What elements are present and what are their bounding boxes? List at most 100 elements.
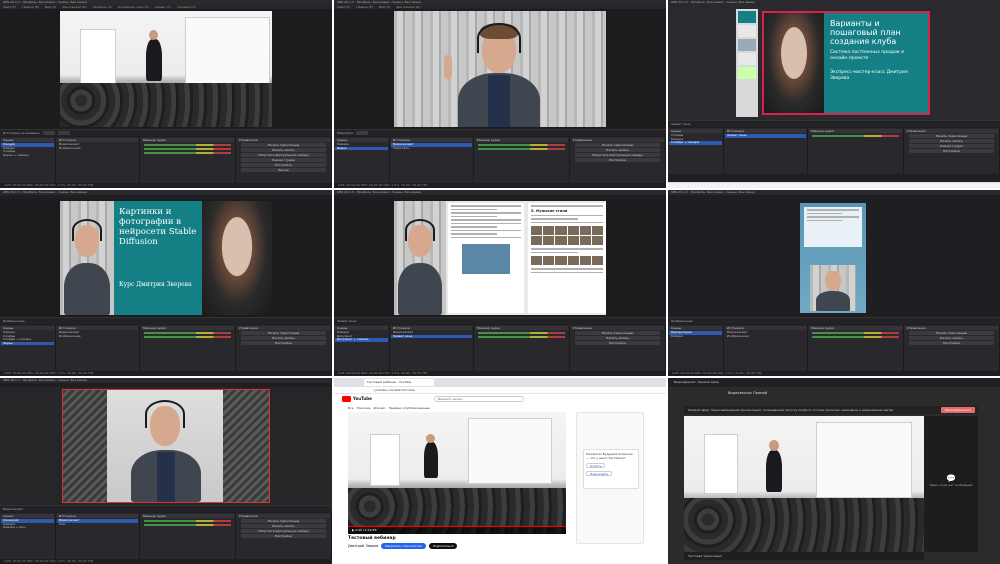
scene-item[interactable]: Видео — [335, 146, 388, 150]
mixer-pane: Микшер аудио — [474, 325, 570, 371]
properties-button[interactable] — [42, 131, 55, 135]
studio-mode-button[interactable]: Режим студии — [909, 144, 994, 148]
channel-name[interactable]: Дмитрий Зверев — [348, 544, 378, 548]
scene-item[interactable]: Слайды + камера — [669, 141, 722, 145]
text-line — [531, 221, 603, 223]
source-item[interactable]: Изображение — [57, 147, 138, 151]
join-button[interactable]: Присоединиться — [940, 407, 975, 413]
preview-area[interactable] — [668, 199, 1000, 317]
settings-button[interactable]: Настройки — [909, 149, 994, 153]
sources-header: Источники — [57, 326, 138, 330]
sources-header: Источники — [391, 138, 472, 142]
virtual-camera-button[interactable]: Запустить виртуальную камеру — [241, 153, 326, 157]
browser-tab-strip: Тестовый вебинар - YouTube — [334, 378, 666, 387]
person-jacket — [398, 263, 442, 315]
source-item[interactable]: Захват окна — [391, 334, 472, 338]
settings-button[interactable]: Настройки — [909, 341, 994, 345]
virtual-camera-button[interactable]: Запустить виртуальную камеру — [575, 153, 660, 157]
text-line — [451, 233, 497, 235]
scene-item[interactable]: Экран — [1, 341, 54, 345]
studio-mode-button[interactable]: Режим студии — [241, 158, 326, 162]
webcam-feed — [394, 201, 446, 315]
start-recording-button[interactable]: Начать запись — [575, 336, 660, 340]
thumbnail[interactable] — [738, 25, 756, 37]
source-item[interactable]: Фон — [57, 523, 138, 527]
start-recording-button[interactable]: Начать запись — [909, 139, 994, 143]
mixer-pane: Микшер аудио — [808, 128, 904, 174]
start-streaming-button[interactable]: Начать трансляцию — [909, 331, 994, 335]
text-line — [531, 205, 603, 207]
video-title: Тестовый вебинар — [348, 536, 396, 541]
start-streaming-button[interactable]: Начать трансляцию — [241, 519, 326, 523]
live-chat: Нажмите! Будущий вопросик — что у школ Т… — [576, 412, 644, 544]
audio-meter — [812, 336, 899, 338]
preview-area[interactable]: 5. Мужские стили — [334, 199, 666, 317]
player-controls[interactable]: ▶ 0:00 / 1:12:45 — [348, 527, 566, 534]
start-streaming-button[interactable]: Начать трансляцию — [909, 134, 994, 138]
start-streaming-button[interactable]: Начать трансляцию — [575, 331, 660, 335]
slide-thumbnails[interactable] — [736, 9, 758, 117]
play-icon[interactable]: ▶ — [352, 528, 354, 532]
scene-item[interactable]: Документ + камера — [335, 338, 388, 342]
scene-item[interactable]: Камера + фон — [1, 526, 54, 530]
start-recording-button[interactable]: Начать запись — [241, 524, 326, 528]
thumbnail[interactable] — [738, 11, 756, 23]
chip[interactable]: Все — [348, 406, 354, 410]
scenes-pane: Сцены Презентация Камера — [668, 325, 724, 371]
document-page: 5. Мужские стили — [528, 203, 606, 313]
thumbnail[interactable] — [738, 67, 756, 79]
selected-slide: Варианты и пошаговый план создания клуба… — [762, 11, 930, 115]
settings-button[interactable]: Настройки — [575, 158, 660, 162]
chip[interactable]: Недавно опубликованные — [389, 406, 430, 410]
source-item[interactable]: Изображение — [57, 335, 138, 339]
poll-option-button[interactable]: Купить — [586, 463, 606, 468]
settings-button[interactable]: Настройки — [241, 534, 326, 538]
start-recording-button[interactable]: Начать запись — [909, 336, 994, 340]
preview-area[interactable] — [0, 9, 332, 129]
start-recording-button[interactable]: Начать запись — [241, 148, 326, 152]
thumbnail[interactable] — [738, 39, 756, 51]
thumbnail[interactable] — [738, 53, 756, 65]
person-face — [825, 271, 841, 291]
settings-button[interactable]: Настройки — [575, 341, 660, 345]
source-item[interactable]: Захват окна — [725, 134, 806, 138]
source-toolbar: Видеозахват — [0, 505, 332, 512]
poll-option-button[interactable]: Подождать — [586, 471, 613, 476]
browser-tab[interactable]: Тестовый вебинар - YouTube — [364, 379, 434, 386]
start-streaming-button[interactable]: Начать трансляцию — [575, 143, 660, 147]
start-streaming-button[interactable]: Начать трансляцию — [241, 331, 326, 335]
window-title: OBS 29.1.3 - Профиль: Без имени - Сцены:… — [668, 190, 1000, 195]
properties-button[interactable] — [356, 131, 369, 135]
chip[interactable]: Для вас — [373, 406, 385, 410]
scene-item[interactable]: Камера — [669, 335, 722, 339]
start-streaming-button[interactable]: Начать трансляцию — [241, 143, 326, 147]
subscribe-button[interactable]: Подписаться — [428, 543, 458, 549]
address-bar[interactable]: youtube.com/watch?v=live — [334, 387, 666, 394]
chips-row: Все Похожее Для вас Недавно опубликованн… — [348, 404, 656, 412]
video-player[interactable]: ▶ 0:00 / 1:12:45 — [348, 412, 566, 534]
source-toolbar-label: Микрофон — [337, 131, 354, 135]
audio-meter — [478, 144, 565, 146]
controls-pane: Управление Начать трансляцию Начать запи… — [904, 128, 1000, 174]
preview-area[interactable]: Варианты и пошаговый план создания клуба… — [668, 5, 1000, 120]
youtube-logo-text[interactable]: YouTube — [353, 394, 372, 404]
settings-button[interactable]: Настройки — [241, 163, 326, 167]
join-button[interactable]: Оформить спонсорство — [380, 543, 426, 549]
preview-area[interactable] — [334, 9, 666, 129]
youtube-logo-icon[interactable] — [342, 396, 351, 402]
start-recording-button[interactable]: Начать запись — [575, 148, 660, 152]
preview-area[interactable]: Картинки и фотографии в нейросети Stable… — [0, 199, 332, 317]
preview-area[interactable] — [0, 387, 332, 505]
virtual-camera-button[interactable]: Запустить виртуальную камеру — [241, 529, 326, 533]
settings-button[interactable]: Настройки — [241, 341, 326, 345]
search-input[interactable]: Введите запрос — [434, 396, 524, 402]
mixer-header: Микшер аудио — [141, 326, 234, 330]
chip[interactable]: Похожее — [356, 406, 370, 410]
source-item[interactable]: Изображение — [725, 335, 806, 339]
exit-button[interactable]: Выход — [241, 168, 326, 172]
filters-button[interactable] — [57, 131, 70, 135]
scene-item[interactable]: Экран + камера — [1, 154, 54, 158]
source-item[interactable]: Микрофон — [391, 147, 472, 151]
start-recording-button[interactable]: Начать запись — [241, 336, 326, 340]
video-player[interactable] — [684, 416, 924, 552]
